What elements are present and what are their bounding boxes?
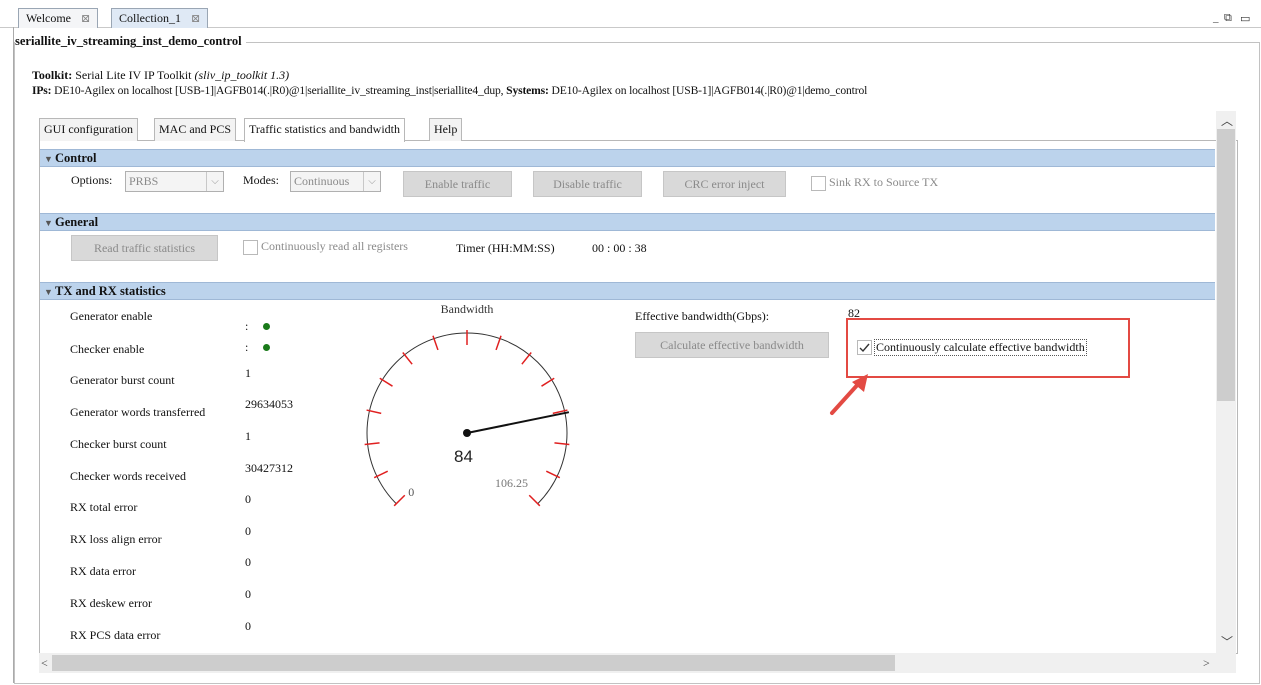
stat-label: Generator burst count xyxy=(70,373,175,387)
scroll-down-icon[interactable]: ﹀ xyxy=(1221,633,1233,650)
tab-welcome[interactable]: Welcome ⊠ xyxy=(18,8,99,28)
ips-label: IPs: xyxy=(32,84,52,97)
enable-traffic-button[interactable]: Enable traffic xyxy=(403,171,512,197)
general-section-header[interactable]: ▼ General xyxy=(40,213,1215,231)
stat-value: 0 xyxy=(245,587,251,601)
read-traffic-statistics-button[interactable]: Read traffic statistics xyxy=(71,235,218,261)
stat-value: : xyxy=(245,340,249,354)
chevron-down-icon: ⌵ xyxy=(206,172,223,191)
timer-label: Timer (HH:MM:SS) xyxy=(456,241,555,255)
gauge-value: 84 xyxy=(454,447,473,466)
stat-value: 29634053 xyxy=(245,397,293,411)
systems-label: Systems: xyxy=(506,84,549,97)
scroll-up-icon[interactable]: ︿ xyxy=(1221,112,1233,129)
tab-label: Collection_1 xyxy=(119,11,181,25)
continuously-read-checkbox[interactable] xyxy=(243,240,258,255)
section-title: General xyxy=(55,215,99,229)
gauge-max-label: 106.25 xyxy=(495,476,528,490)
gauge-hub xyxy=(463,429,471,437)
vertical-scroll-thumb[interactable] xyxy=(1217,129,1235,401)
toolkit-id: (sliv_ip_toolkit 1.3) xyxy=(194,68,290,82)
stat-value: 0 xyxy=(245,555,251,569)
txrx-section-header[interactable]: ▼ TX and RX statistics xyxy=(40,282,1215,300)
disable-traffic-button[interactable]: Disable traffic xyxy=(533,171,642,197)
stat-value: 0 xyxy=(245,619,251,633)
stat-value: 1 xyxy=(245,429,251,443)
stat-label: Generator words transferred xyxy=(70,405,206,419)
bandwidth-gauge: Bandwidth 84 0 106.25 xyxy=(364,302,570,507)
chevron-down-icon: ⌵ xyxy=(363,172,380,191)
stat-value: 1 xyxy=(245,366,251,380)
stat-label: RX PCS data error xyxy=(70,628,161,642)
gauge-tick xyxy=(364,442,380,446)
ips-value: DE10-Agilex on localhost [USB-1]|AGFB014… xyxy=(54,84,504,97)
section-title: Control xyxy=(55,151,97,165)
stat-label: RX loss align error xyxy=(70,532,162,546)
tab-label: Welcome xyxy=(26,11,72,25)
stat-label: RX deskew error xyxy=(70,596,152,610)
collapse-triangle-icon: ▼ xyxy=(44,287,53,297)
calculate-effective-bandwidth-button[interactable]: Calculate effective bandwidth xyxy=(635,332,829,358)
tab-collection-1[interactable]: Collection_1 ⊠ xyxy=(111,8,209,28)
gauge-tick xyxy=(541,377,555,387)
continuously-read-label: Continuously read all registers xyxy=(261,239,408,253)
toolkit-name: Serial Lite IV IP Toolkit xyxy=(75,68,192,82)
collapse-triangle-icon: ▼ xyxy=(44,154,53,164)
stat-label: Checker burst count xyxy=(70,437,167,451)
tab-close-icon[interactable]: ⊠ xyxy=(81,13,90,25)
stat-value: 0 xyxy=(245,524,251,538)
gauge-tick xyxy=(554,442,570,446)
gauge-tick xyxy=(528,494,541,507)
toolkit-line: Toolkit: Serial Lite IV IP Toolkit (sliv… xyxy=(32,68,289,83)
timer-value: 00 : 00 : 38 xyxy=(592,241,647,255)
collapse-triangle-icon: ▼ xyxy=(44,218,53,228)
tab-close-icon[interactable]: ⊠ xyxy=(191,13,200,25)
status-indicator-icon xyxy=(263,344,270,351)
scroll-right-icon[interactable]: > xyxy=(1203,656,1210,671)
options-select[interactable]: PRBS ⌵ xyxy=(125,171,224,192)
modes-value: Continuous xyxy=(294,174,350,188)
sink-rx-checkbox[interactable] xyxy=(811,176,826,191)
tab-mac-and-pcs[interactable]: MAC and PCS xyxy=(154,118,237,141)
scroll-left-icon[interactable]: < xyxy=(41,656,48,671)
crc-error-inject-button[interactable]: CRC error inject xyxy=(663,171,786,197)
highlight-box xyxy=(846,318,1130,378)
toolkit-label: Toolkit: xyxy=(32,68,73,82)
gauge-needle xyxy=(466,411,570,434)
minimize-icon[interactable]: _ xyxy=(1213,12,1219,24)
control-section-header[interactable]: ▼ Control xyxy=(40,149,1215,167)
stat-value: : xyxy=(245,319,249,333)
stat-label: Checker words received xyxy=(70,469,186,483)
horizontal-scroll-thumb[interactable] xyxy=(52,655,895,671)
tab-gui-configuration[interactable]: GUI configuration xyxy=(39,118,138,141)
options-label: Options: xyxy=(71,173,113,187)
stat-label: RX data error xyxy=(70,564,136,578)
gauge-tick xyxy=(379,377,393,387)
ips-line: IPs: DE10-Agilex on localhost [USB-1]|AG… xyxy=(32,84,867,97)
stat-label: RX total error xyxy=(70,500,138,514)
gauge-min-label: 0 xyxy=(408,485,414,499)
gauge-tick xyxy=(393,494,406,507)
options-value: PRBS xyxy=(129,174,159,188)
gauge-tick xyxy=(521,352,532,365)
sink-rx-label: Sink RX to Source TX xyxy=(829,175,939,189)
section-title: TX and RX statistics xyxy=(55,284,166,298)
stat-label: Checker enable xyxy=(70,342,145,356)
modes-select[interactable]: Continuous ⌵ xyxy=(290,171,381,192)
modes-label: Modes: xyxy=(243,173,279,187)
effective-bandwidth-label: Effective bandwidth(Gbps): xyxy=(635,309,770,323)
status-indicator-icon xyxy=(263,323,270,330)
gauge-tick xyxy=(402,352,413,365)
systems-value: DE10-Agilex on localhost [USB-1]|AGFB014… xyxy=(551,84,868,97)
tab-traffic-statistics[interactable]: Traffic statistics and bandwidth xyxy=(244,118,405,142)
maximize-icon[interactable]: ▭ xyxy=(1240,12,1250,25)
stat-label: Generator enable xyxy=(70,309,153,323)
tab-help[interactable]: Help xyxy=(429,118,463,141)
stat-value: 0 xyxy=(245,492,251,506)
annotation-arrow-icon xyxy=(830,374,868,415)
gauge-title: Bandwidth xyxy=(441,302,494,316)
restore-icon[interactable]: ⧉ xyxy=(1224,12,1232,25)
group-title: seriallite_iv_streaming_inst_demo_contro… xyxy=(15,34,246,49)
stat-value: 30427312 xyxy=(245,461,293,475)
